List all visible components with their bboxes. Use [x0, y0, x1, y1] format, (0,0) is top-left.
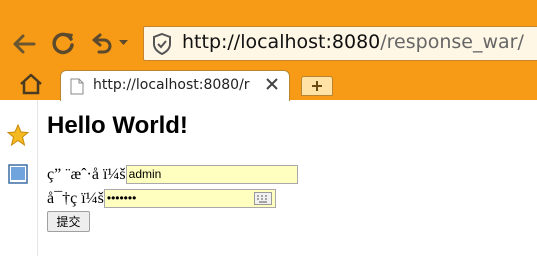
back-button[interactable]	[9, 29, 39, 59]
url-host: http://localhost:8080	[182, 31, 381, 53]
reload-button[interactable]	[47, 27, 79, 59]
home-button[interactable]	[18, 72, 44, 98]
undo-button[interactable]	[90, 29, 114, 59]
username-label: ç” ¨æˆ·å ï¼š	[47, 165, 126, 183]
new-tab-button[interactable]	[301, 76, 333, 96]
close-icon	[266, 78, 278, 90]
tab-active[interactable]: http://localhost:8080/r	[60, 70, 290, 101]
undo-icon	[92, 33, 112, 54]
password-value: •••••••	[106, 191, 137, 205]
username-input[interactable]: admin	[125, 165, 298, 184]
password-label: å¯†ç ï¼š	[47, 189, 104, 207]
username-value: admin	[128, 167, 162, 181]
plus-icon	[312, 81, 322, 91]
shield-icon[interactable]	[152, 33, 172, 55]
url-path: /response_war/	[380, 31, 524, 53]
password-row: å¯†ç ï¼š •••••••	[47, 189, 276, 208]
star-icon[interactable]	[7, 124, 29, 146]
submit-button[interactable]: 提交	[47, 211, 90, 232]
url-text[interactable]: http://localhost:8080/response_war/	[182, 31, 524, 53]
username-row: ç” ¨æˆ·å ï¼š admin	[47, 165, 298, 184]
reload-icon	[52, 32, 74, 55]
sidebar	[0, 100, 38, 256]
keyboard-icon[interactable]	[253, 192, 272, 205]
home-icon	[20, 73, 42, 95]
undo-dropdown-button[interactable]	[117, 36, 129, 50]
password-input[interactable]: •••••••	[103, 189, 276, 208]
page-heading: Hello World!	[47, 112, 188, 139]
page-content: Hello World!	[47, 112, 188, 140]
chevron-down-icon	[118, 40, 128, 45]
back-arrow-icon	[13, 34, 36, 54]
page-icon	[70, 78, 84, 95]
tab-close-button[interactable]	[262, 74, 282, 96]
address-bar[interactable]: http://localhost:8080/response_war/	[143, 26, 537, 61]
browser-chrome: http://localhost:8080/response_war/ http…	[0, 0, 537, 101]
sidebar-panel-icon[interactable]	[7, 163, 29, 185]
tab-title: http://localhost:8080/r	[93, 77, 250, 93]
